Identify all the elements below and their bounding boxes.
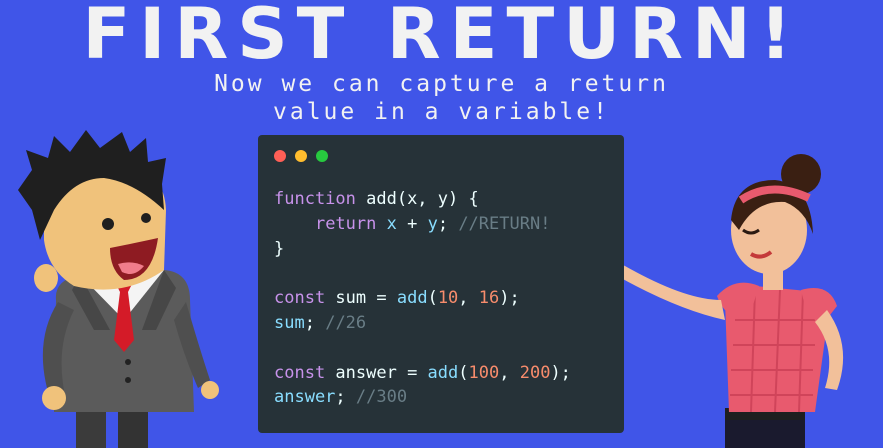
page-subtitle: Now we can capture a return value in a v…	[0, 70, 883, 126]
maximize-dot-icon[interactable]	[316, 150, 328, 162]
code-line-8: const answer = add(100, 200);	[274, 362, 571, 383]
code-line-2: return x + y; //RETURN!	[314, 213, 551, 234]
businessman-illustration	[18, 130, 219, 448]
code-line-3: }	[274, 238, 285, 259]
window-controls	[274, 150, 328, 162]
code-block: function add(x, y) { return x + y; //RET…	[274, 187, 571, 410]
code-line-9: answer; //300	[274, 387, 408, 408]
minimize-dot-icon[interactable]	[295, 150, 307, 162]
subtitle-line-2: value in a variable!	[273, 99, 610, 125]
code-line-1: function add(x, y) {	[274, 189, 479, 209]
subtitle-line-1: Now we can capture a return	[214, 71, 669, 97]
code-line-6: sum; //26	[274, 312, 367, 333]
code-editor-window: function add(x, y) { return x + y; //RET…	[258, 135, 624, 433]
page-title: FIRST RETURN!	[82, 0, 801, 75]
close-dot-icon[interactable]	[274, 150, 286, 162]
code-line-5: const sum = add(10, 16);	[274, 288, 520, 309]
